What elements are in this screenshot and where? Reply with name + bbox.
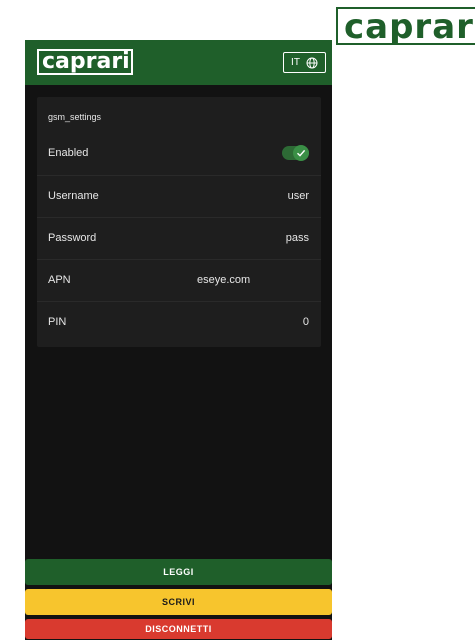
caprari-logo: caprari [336, 7, 475, 45]
caprari-logo-text: caprari [344, 7, 475, 45]
toggle-knob [293, 145, 309, 161]
setting-value: user [287, 190, 309, 202]
setting-value: eseye.com [197, 274, 251, 286]
setting-label: Enabled [48, 147, 89, 159]
header-logo: caprari [37, 49, 133, 75]
setting-row-apn[interactable]: APN eseye.com [37, 259, 321, 302]
setting-label: Username [48, 190, 99, 202]
app-window: caprari IT gsm_settings Enabled Username… [25, 40, 332, 640]
globe-icon [306, 57, 318, 68]
scrivi-button[interactable]: SCRIVI [25, 589, 332, 615]
app-header: caprari IT [25, 40, 332, 85]
setting-label: APN [48, 274, 71, 286]
check-icon [297, 149, 306, 157]
setting-row-enabled: Enabled [37, 133, 321, 175]
card-title: gsm_settings [48, 112, 102, 122]
language-label: IT [291, 57, 300, 68]
enabled-toggle[interactable] [282, 145, 309, 161]
setting-row-username[interactable]: Username user [37, 175, 321, 218]
leggi-button[interactable]: LEGGI [25, 559, 332, 585]
disconnetti-button[interactable]: DISCONNETTI [25, 619, 332, 639]
setting-row-pin[interactable]: PIN 0 [37, 301, 321, 344]
setting-label: PIN [48, 316, 67, 328]
setting-value: 0 [302, 316, 309, 328]
setting-row-password[interactable]: Password pass [37, 217, 321, 260]
setting-label: Password [48, 232, 97, 244]
gsm-settings-card: gsm_settings Enabled Username user Passw… [37, 97, 321, 347]
language-button[interactable]: IT [283, 52, 326, 73]
setting-value: pass [285, 232, 309, 244]
header-logo-text: caprari [42, 49, 130, 74]
